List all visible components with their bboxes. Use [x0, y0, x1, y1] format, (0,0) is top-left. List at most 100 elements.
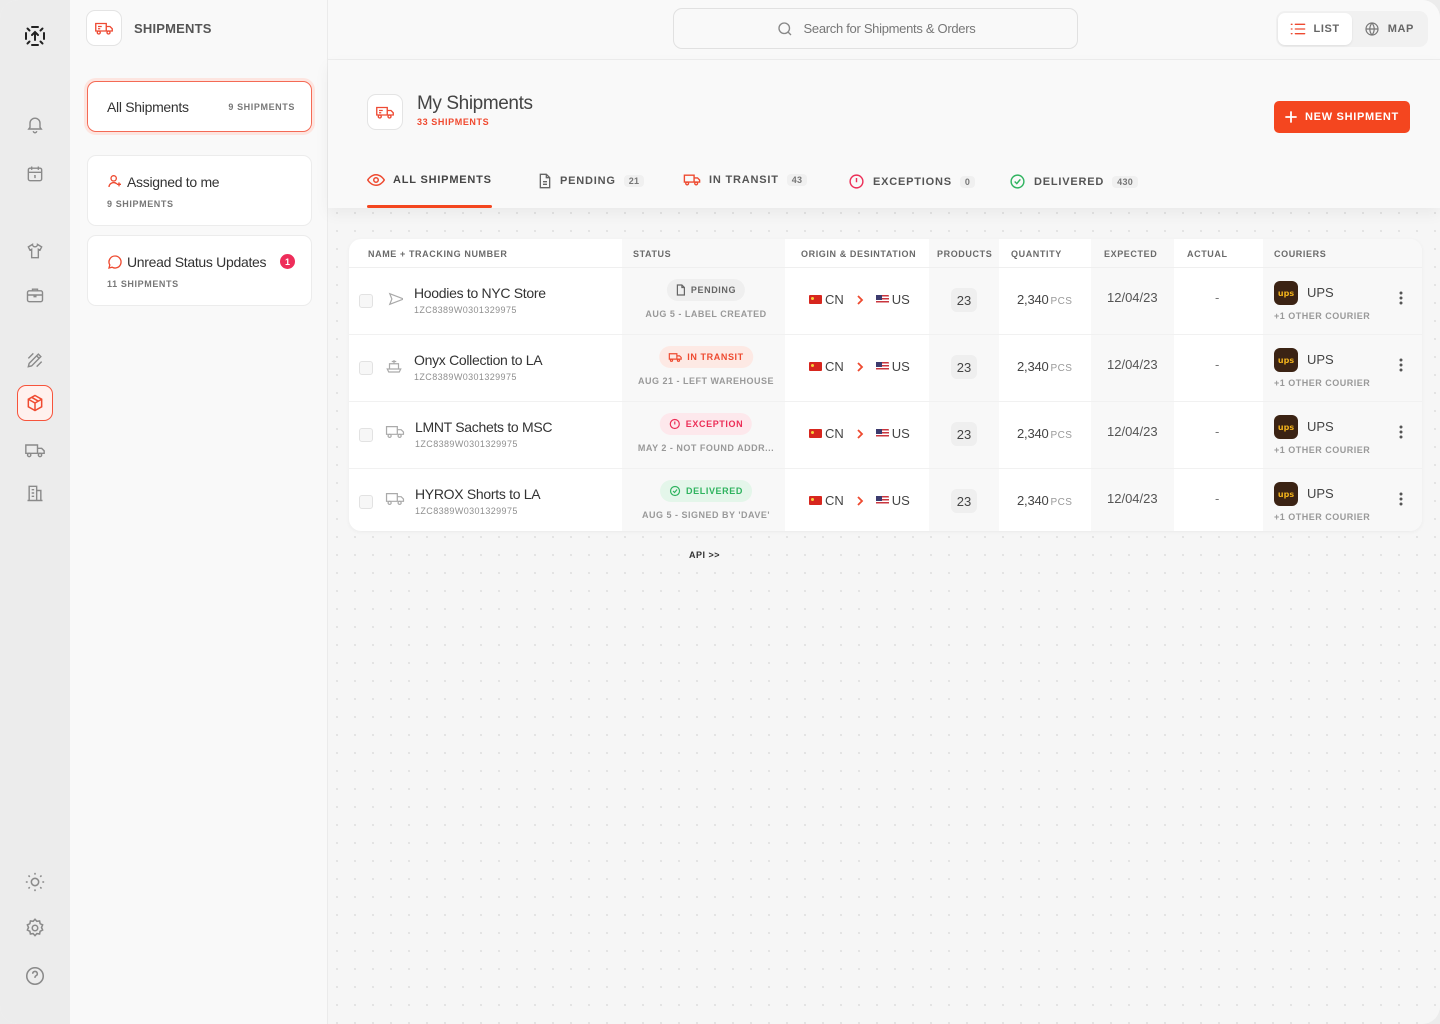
column-header-actual[interactable]: ACTUAL — [1187, 249, 1228, 259]
check-circle-icon — [1009, 173, 1026, 190]
shipment-name: LMNT Sachets to MSC — [415, 419, 553, 435]
notifications-bell-icon[interactable] — [17, 106, 53, 142]
list-icon — [1290, 22, 1306, 36]
sidebar-item-count: 11 SHIPMENTS — [107, 279, 179, 289]
delivery-truck-icon[interactable] — [17, 432, 53, 468]
table-row[interactable]: LMNT Sachets to MSC 1ZC8389W0301329975 E… — [349, 402, 1422, 469]
building-icon[interactable] — [17, 475, 53, 511]
tab-pending[interactable]: PENDING 21 — [538, 173, 645, 189]
help-circle-icon[interactable] — [17, 958, 53, 994]
more-options-icon[interactable] — [1398, 357, 1404, 373]
quantity-unit: PCS — [1050, 296, 1073, 307]
table-row[interactable]: Hoodies to NYC Store 1ZC8389W0301329975 … — [349, 268, 1422, 335]
status-label: PENDING — [690, 285, 737, 295]
quantity: 2,340 PCS — [1017, 292, 1072, 307]
sun-icon[interactable] — [17, 864, 53, 900]
more-options-icon[interactable] — [1398, 290, 1404, 306]
map-view-button[interactable]: MAP — [1352, 13, 1426, 45]
row-checkbox[interactable] — [359, 361, 373, 375]
table-row[interactable]: HYROX Shorts to LA 1ZC8389W0301329975 DE… — [349, 469, 1422, 531]
courier-name: UPS — [1307, 352, 1334, 367]
truck-icon — [683, 173, 701, 187]
courier-name: UPS — [1307, 285, 1334, 300]
quantity-value: 2,340 — [1017, 292, 1049, 307]
alert-circle-icon — [669, 418, 681, 430]
quantity-unit: PCS — [1050, 363, 1073, 374]
page-title: My Shipments — [417, 93, 533, 114]
package-icon[interactable] — [17, 385, 53, 421]
page-header: My Shipments 33 SHIPMENTS NEW SHIPMENT A… — [328, 60, 1440, 208]
tab-exceptions[interactable]: EXCEPTIONS 0 — [848, 173, 976, 190]
status-badge: PENDING — [666, 279, 746, 301]
api-link[interactable]: API >> — [689, 550, 720, 560]
row-checkbox[interactable] — [359, 495, 373, 509]
column-header-name[interactable]: NAME + TRACKING NUMBER — [368, 249, 507, 259]
chevron-right-icon — [856, 495, 864, 506]
route: CN US — [809, 292, 910, 307]
courier-extra[interactable]: +1 OTHER COURIER — [1274, 311, 1370, 321]
search-input[interactable]: Search for Shipments & Orders — [673, 8, 1078, 49]
calendar-icon[interactable] — [17, 156, 53, 192]
courier-extra[interactable]: +1 OTHER COURIER — [1274, 445, 1370, 455]
icon-rail — [0, 0, 70, 1024]
ups-logo-text: ups — [1277, 422, 1295, 432]
sidebar-item-all-shipments[interactable]: All Shipments 9 SHIPMENTS — [87, 81, 312, 132]
courier-extra[interactable]: +1 OTHER COURIER — [1274, 378, 1370, 388]
column-header-route[interactable]: ORIGIN & DESINTATION — [801, 249, 916, 259]
list-view-button[interactable]: LIST — [1277, 13, 1352, 45]
china-flag-icon — [809, 295, 822, 304]
us-flag-icon — [875, 362, 889, 371]
china-flag-icon — [809, 362, 822, 371]
tab-label: EXCEPTIONS — [873, 175, 952, 188]
sidebar-item-unread-status-updates[interactable]: Unread Status Updates 1 11 SHIPMENTS — [87, 235, 312, 306]
more-options-icon[interactable] — [1398, 424, 1404, 440]
column-header-couriers[interactable]: COURIERS — [1274, 249, 1326, 259]
tshirt-icon[interactable] — [17, 233, 53, 269]
quantity-value: 2,340 — [1017, 426, 1049, 441]
ups-logo-text: ups — [1277, 288, 1295, 298]
products-count: 23 — [951, 489, 977, 513]
airplane-icon — [385, 290, 403, 308]
sidebar-item-label: Unread Status Updates — [127, 254, 267, 270]
more-options-icon[interactable] — [1398, 491, 1404, 507]
tab-label: IN TRANSIT — [709, 174, 779, 186]
column-header-quantity[interactable]: QUANTITY — [1011, 249, 1062, 259]
eye-icon — [367, 173, 385, 187]
sidebar-title: SHIPMENTS — [134, 20, 212, 36]
tab-label: ALL SHIPMENTS — [393, 174, 492, 186]
table-row[interactable]: Onyx Collection to LA 1ZC8389W0301329975… — [349, 335, 1422, 402]
status-detail: AUG 5 - LABEL CREATED — [645, 309, 767, 319]
column-header-products[interactable]: PRODUCTS — [937, 249, 992, 259]
status-badge: IN TRANSIT — [659, 346, 753, 368]
settings-gear-icon[interactable] — [17, 910, 53, 946]
sidebar-item-assigned-to-me[interactable]: Assigned to me 9 SHIPMENTS — [87, 155, 312, 226]
briefcase-icon[interactable] — [17, 277, 53, 313]
actual-date: - — [1215, 491, 1220, 506]
design-tools-icon[interactable] — [17, 342, 53, 378]
tab-delivered[interactable]: DELIVERED 430 — [1009, 173, 1139, 190]
route: CN US — [809, 426, 910, 441]
ups-logo-icon: ups — [1274, 482, 1298, 506]
quantity-value: 2,340 — [1017, 359, 1049, 374]
tracking-number: 1ZC8389W0301329975 — [414, 372, 517, 382]
column-header-status[interactable]: STATUS — [633, 249, 671, 259]
new-shipment-button[interactable]: NEW SHIPMENT — [1274, 101, 1410, 133]
origin: CN — [825, 426, 844, 441]
view-toggle: LIST MAP — [1275, 11, 1428, 47]
column-header-expected[interactable]: EXPECTED — [1104, 249, 1157, 259]
row-checkbox[interactable] — [359, 294, 373, 308]
actual-date: - — [1215, 357, 1220, 372]
search-icon — [776, 20, 794, 38]
truck-icon — [385, 491, 405, 507]
tracking-number: 1ZC8389W0301329975 — [414, 305, 517, 315]
tab-all-shipments[interactable]: ALL SHIPMENTS — [367, 173, 492, 187]
courier-extra[interactable]: +1 OTHER COURIER — [1274, 512, 1370, 522]
logo-icon[interactable] — [17, 18, 53, 54]
ups-logo-text: ups — [1277, 489, 1295, 499]
shipment-name: HYROX Shorts to LA — [415, 486, 541, 502]
row-checkbox[interactable] — [359, 428, 373, 442]
truck-icon — [367, 94, 403, 130]
tracking-number: 1ZC8389W0301329975 — [415, 439, 518, 449]
tab-in-transit[interactable]: IN TRANSIT 43 — [683, 173, 808, 187]
chat-bubble-icon — [107, 254, 123, 270]
